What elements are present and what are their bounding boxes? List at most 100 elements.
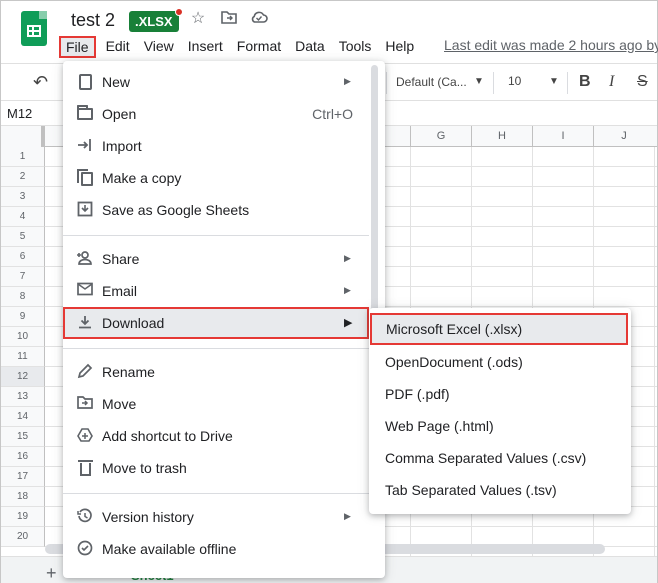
toolbar-divider <box>567 72 568 94</box>
row-header[interactable]: 1 <box>1 147 45 167</box>
menu-scrollbar[interactable] <box>371 65 378 315</box>
menu-item-label: Move to trash <box>102 460 187 476</box>
submenu-arrow-icon: ▶ <box>344 317 353 329</box>
file-type-badge-label: .XLSX <box>135 14 173 29</box>
row-header[interactable]: 9 <box>1 307 45 327</box>
menu-item-label: Make a copy <box>102 170 182 186</box>
menu-item-label: Comma Separated Values (.csv) <box>385 450 587 466</box>
name-box[interactable]: M12 <box>7 106 32 121</box>
import-icon <box>76 137 94 155</box>
menu-item-label: Save as Google Sheets <box>102 202 250 218</box>
file-menu-email[interactable]: Email ▶ <box>63 275 369 307</box>
download-xlsx[interactable]: Microsoft Excel (.xlsx) <box>370 313 628 345</box>
row-header[interactable]: 5 <box>1 227 45 247</box>
menu-help[interactable]: Help <box>385 36 414 58</box>
history-icon <box>76 508 94 526</box>
document-title[interactable]: test 2 <box>71 10 115 31</box>
menu-format[interactable]: Format <box>237 36 281 58</box>
menu-data[interactable]: Data <box>295 36 325 58</box>
star-icon[interactable]: ☆ <box>189 10 207 28</box>
menu-item-label: Move <box>102 396 137 412</box>
folder-move-icon <box>76 395 94 413</box>
row-header[interactable]: 11 <box>1 347 45 367</box>
menu-item-label: Add shortcut to Drive <box>102 428 233 444</box>
menu-file[interactable]: File <box>59 36 96 58</box>
menu-item-label: Import <box>102 138 142 154</box>
save-icon <box>76 201 94 219</box>
menu-view[interactable]: View <box>144 36 174 58</box>
italic-button[interactable]: I <box>609 73 614 91</box>
row-header[interactable]: 4 <box>1 207 45 227</box>
download-submenu: Microsoft Excel (.xlsx) OpenDocument (.o… <box>369 308 631 514</box>
undo-icon[interactable]: ↶ <box>33 72 48 93</box>
column-header[interactable]: I <box>532 126 593 147</box>
row-header[interactable]: 14 <box>1 407 45 427</box>
file-menu-new[interactable]: New ▶ <box>63 66 369 98</box>
column-header[interactable]: J <box>593 126 654 147</box>
row-header[interactable]: 3 <box>1 187 45 207</box>
menu-item-label: Download <box>102 315 165 331</box>
strikethrough-button[interactable]: S <box>637 73 648 91</box>
doc-icon <box>76 73 94 91</box>
menu-item-label: New <box>102 74 131 90</box>
row-header[interactable]: 17 <box>1 467 45 487</box>
chevron-down-icon[interactable]: ▼ <box>549 76 559 87</box>
last-edit-link[interactable]: Last edit was made 2 hours ago by <box>444 37 658 53</box>
menu-item-label: Microsoft Excel (.xlsx) <box>386 321 523 337</box>
file-menu-rename[interactable]: Rename <box>63 356 369 388</box>
file-menu: New ▶ Open Ctrl+O Import Make a copy Sav… <box>63 61 385 578</box>
chevron-down-icon[interactable]: ▼ <box>474 76 484 87</box>
file-menu-import[interactable]: Import <box>63 130 369 162</box>
column-header[interactable]: G <box>410 126 471 147</box>
shortcut-label: Ctrl+O <box>312 106 353 122</box>
font-size-select[interactable]: 10 <box>508 74 521 88</box>
download-tsv[interactable]: Tab Separated Values (.tsv) <box>369 474 631 506</box>
cloud-status-icon[interactable] <box>250 10 268 28</box>
sheets-logo-icon[interactable] <box>21 11 47 46</box>
file-menu-move[interactable]: Move <box>63 388 369 420</box>
row-header[interactable]: 13 <box>1 387 45 407</box>
file-menu-open[interactable]: Open Ctrl+O <box>63 98 369 130</box>
select-all-corner[interactable] <box>1 126 45 147</box>
row-header[interactable]: 6 <box>1 247 45 267</box>
file-menu-download[interactable]: Download ▶ <box>63 307 369 339</box>
menu-item-label: PDF (.pdf) <box>385 386 450 402</box>
file-menu-make-copy[interactable]: Make a copy <box>63 162 369 194</box>
menu-divider <box>63 348 369 349</box>
download-ods[interactable]: OpenDocument (.ods) <box>369 346 631 378</box>
font-family-select[interactable]: Default (Ca... <box>396 75 467 89</box>
badge-dot <box>174 8 183 16</box>
file-menu-move-to-trash[interactable]: Move to trash <box>63 452 369 484</box>
row-header[interactable]: 16 <box>1 447 45 467</box>
menu-item-label: OpenDocument (.ods) <box>385 354 523 370</box>
menu-item-label: Email <box>102 283 138 299</box>
row-header[interactable]: 19 <box>1 507 45 527</box>
row-header[interactable]: 8 <box>1 287 45 307</box>
file-menu-share[interactable]: Share ▶ <box>63 243 369 275</box>
submenu-arrow-icon: ▶ <box>344 253 351 263</box>
row-header[interactable]: 2 <box>1 167 45 187</box>
row-header[interactable]: 12 <box>1 367 45 387</box>
file-menu-add-shortcut[interactable]: Add shortcut to Drive <box>63 420 369 452</box>
menu-item-label: Share <box>102 251 140 267</box>
row-header[interactable]: 7 <box>1 267 45 287</box>
menu-item-label: Web Page (.html) <box>385 418 494 434</box>
menu-edit[interactable]: Edit <box>106 36 130 58</box>
add-sheet-button[interactable]: + <box>46 563 57 583</box>
submenu-arrow-icon: ▶ <box>344 511 351 521</box>
download-html[interactable]: Web Page (.html) <box>369 410 631 442</box>
row-header[interactable]: 20 <box>1 527 45 547</box>
column-header[interactable]: H <box>471 126 532 147</box>
bold-button[interactable]: B <box>579 73 591 91</box>
download-csv[interactable]: Comma Separated Values (.csv) <box>369 442 631 474</box>
file-menu-offline[interactable]: Make available offline <box>63 533 369 565</box>
file-menu-save-as-sheets[interactable]: Save as Google Sheets <box>63 194 369 226</box>
move-folder-icon[interactable] <box>220 10 238 28</box>
file-menu-version-history[interactable]: Version history ▶ <box>63 501 369 533</box>
row-header[interactable]: 15 <box>1 427 45 447</box>
download-pdf[interactable]: PDF (.pdf) <box>369 378 631 410</box>
menu-insert[interactable]: Insert <box>188 36 223 58</box>
row-header[interactable]: 10 <box>1 327 45 347</box>
menu-tools[interactable]: Tools <box>339 36 372 58</box>
row-header[interactable]: 18 <box>1 487 45 507</box>
